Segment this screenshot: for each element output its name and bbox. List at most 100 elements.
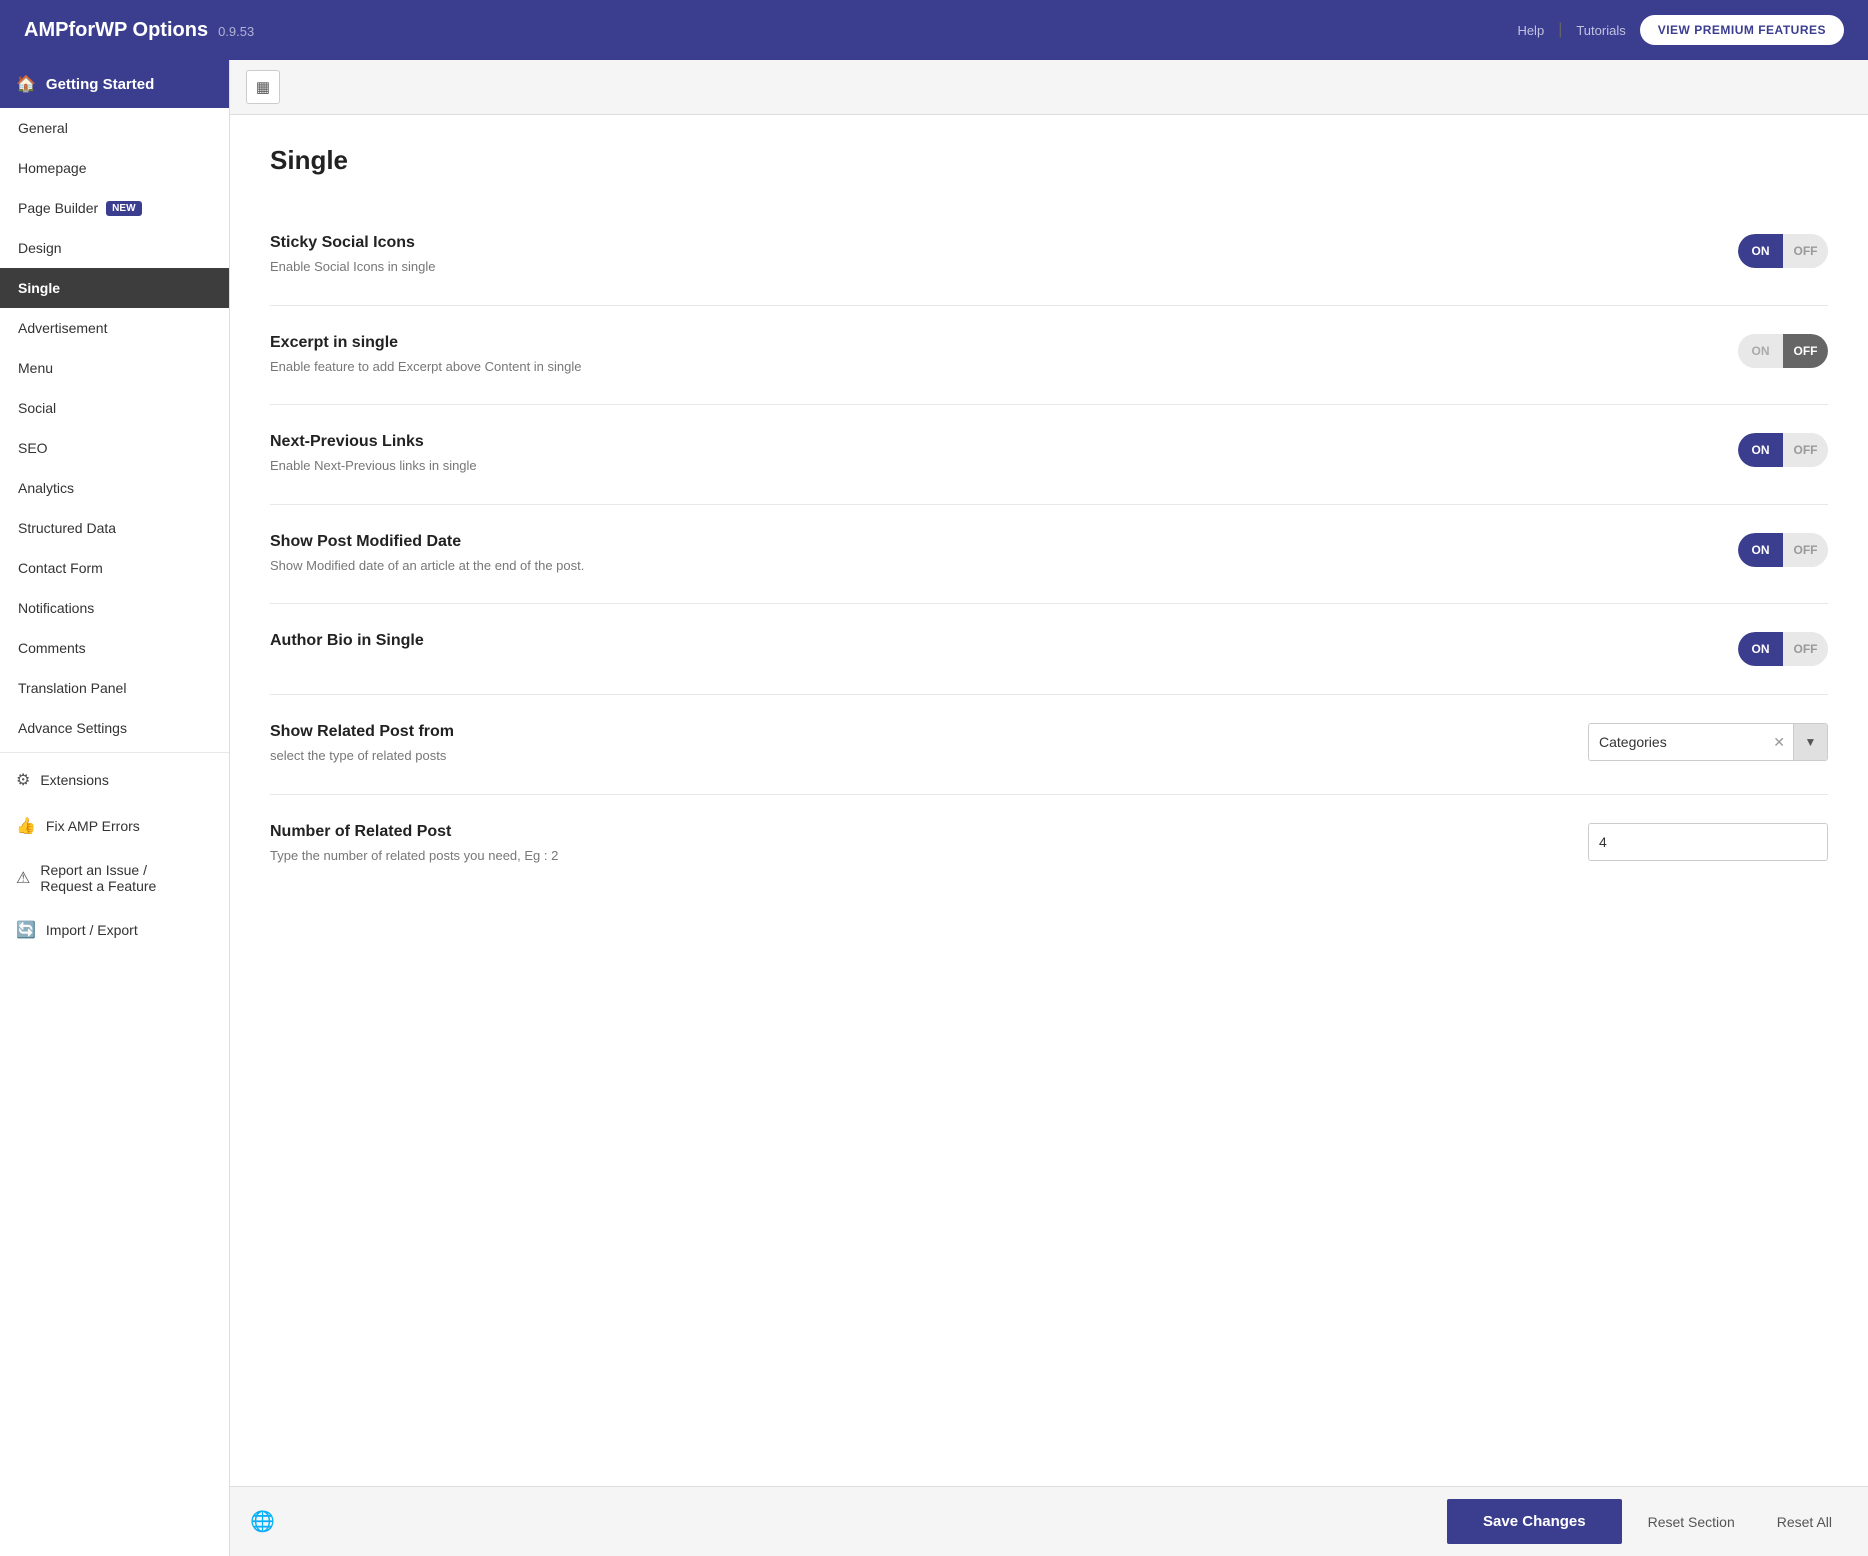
help-link[interactable]: Help (1517, 23, 1544, 38)
content-toolbar: ▦ (230, 60, 1868, 115)
select-value-categories: Categories (1589, 734, 1765, 750)
sidebar-item-extensions[interactable]: ⚙ Extensions (0, 757, 229, 803)
setting-control-next-prev: ON OFF (1738, 433, 1828, 467)
warning-icon: ⚠ (16, 868, 30, 888)
setting-info-post-modified-date: Show Post Modified Date Show Modified da… (270, 533, 730, 576)
setting-desc-number-related-post: Type the number of related posts you nee… (270, 846, 730, 866)
gear-icon: ⚙ (16, 770, 30, 790)
setting-info-number-related-post: Number of Related Post Type the number o… (270, 823, 730, 866)
setting-label-number-related-post: Number of Related Post (270, 823, 730, 841)
header-separator: | (1558, 21, 1562, 39)
tutorials-link[interactable]: Tutorials (1576, 23, 1625, 38)
toggle-off-label: OFF (1783, 234, 1828, 268)
toggle-on-label: ON (1738, 234, 1783, 268)
setting-info-author-bio: Author Bio in Single (270, 632, 730, 655)
sidebar-item-design[interactable]: Design (0, 228, 229, 268)
toggle-on-label-pmd: ON (1738, 533, 1783, 567)
select-arrow-btn[interactable]: ▼ (1793, 724, 1827, 760)
setting-label-sticky-social-icons: Sticky Social Icons (270, 234, 730, 252)
header-right: Help | Tutorials VIEW PREMIUM FEATURES (1517, 15, 1844, 45)
setting-control-post-modified-date: ON OFF (1738, 533, 1828, 567)
setting-row-number-related-post: Number of Related Post Type the number o… (270, 795, 1828, 894)
sidebar-item-single[interactable]: Single (0, 268, 229, 308)
page-title: Single (270, 145, 1828, 176)
main-layout: 🏠 Getting Started General Homepage Page … (0, 60, 1868, 1556)
reset-section-button[interactable]: Reset Section (1632, 1504, 1751, 1540)
select-related-post-from[interactable]: Categories ✕ ▼ (1588, 723, 1828, 761)
setting-desc-next-prev: Enable Next-Previous links in single (270, 456, 730, 476)
premium-button[interactable]: VIEW PREMIUM FEATURES (1640, 15, 1844, 45)
home-icon: 🏠 (16, 74, 36, 94)
sidebar-item-contact-form[interactable]: Contact Form (0, 548, 229, 588)
setting-control-number-related-post (1588, 823, 1828, 861)
sidebar-item-notifications[interactable]: Notifications (0, 588, 229, 628)
sidebar-item-social[interactable]: Social (0, 388, 229, 428)
app-title: AMPforWP Options (24, 19, 208, 42)
setting-label-post-modified-date: Show Post Modified Date (270, 533, 730, 551)
reset-all-button[interactable]: Reset All (1761, 1504, 1848, 1540)
setting-row-author-bio: Author Bio in Single ON OFF (270, 604, 1828, 695)
save-changes-button[interactable]: Save Changes (1447, 1499, 1622, 1544)
footer-left: 🌐 (250, 1509, 1437, 1534)
toggle-on-label-ab: ON (1738, 632, 1783, 666)
sidebar-item-comments[interactable]: Comments (0, 628, 229, 668)
top-header: AMPforWP Options 0.9.53 Help | Tutorials… (0, 0, 1868, 60)
sidebar-item-analytics[interactable]: Analytics (0, 468, 229, 508)
setting-row-excerpt: Excerpt in single Enable feature to add … (270, 306, 1828, 406)
setting-control-related-post-from: Categories ✕ ▼ (1588, 723, 1828, 761)
sidebar-item-advertisement[interactable]: Advertisement (0, 308, 229, 348)
toggle-off-label-ab: OFF (1783, 632, 1828, 666)
toggle-on-label-next-prev: ON (1738, 433, 1783, 467)
sidebar-item-translation-panel[interactable]: Translation Panel (0, 668, 229, 708)
toggle-next-prev[interactable]: ON OFF (1738, 433, 1828, 467)
setting-info-excerpt: Excerpt in single Enable feature to add … (270, 334, 730, 377)
toolbar-grid-icon-btn[interactable]: ▦ (246, 70, 280, 104)
new-badge: NEW (106, 201, 141, 216)
sidebar-item-page-builder[interactable]: Page Builder NEW (0, 188, 229, 228)
sidebar-item-advance-settings[interactable]: Advance Settings (0, 708, 229, 748)
select-clear-btn[interactable]: ✕ (1765, 734, 1793, 751)
content-footer: 🌐 Save Changes Reset Section Reset All (230, 1486, 1868, 1556)
grid-icon: ▦ (256, 78, 270, 96)
setting-control-sticky-social-icons: ON OFF (1738, 234, 1828, 268)
toggle-sticky-social-icons[interactable]: ON OFF (1738, 234, 1828, 268)
toggle-author-bio[interactable]: ON OFF (1738, 632, 1828, 666)
sidebar-item-menu[interactable]: Menu (0, 348, 229, 388)
refresh-icon: 🔄 (16, 920, 36, 940)
toggle-on-label-excerpt: ON (1738, 334, 1783, 368)
setting-row-post-modified-date: Show Post Modified Date Show Modified da… (270, 505, 1828, 605)
sidebar-item-seo[interactable]: SEO (0, 428, 229, 468)
toggle-excerpt[interactable]: ON OFF (1738, 334, 1828, 368)
setting-info-next-prev: Next-Previous Links Enable Next-Previous… (270, 433, 730, 476)
setting-info-related-post-from: Show Related Post from select the type o… (270, 723, 730, 766)
setting-desc-post-modified-date: Show Modified date of an article at the … (270, 556, 730, 576)
header-left: AMPforWP Options 0.9.53 (24, 19, 254, 42)
setting-label-author-bio: Author Bio in Single (270, 632, 730, 650)
sidebar-item-homepage[interactable]: Homepage (0, 148, 229, 188)
setting-desc-excerpt: Enable feature to add Excerpt above Cont… (270, 357, 730, 377)
sidebar-item-structured-data[interactable]: Structured Data (0, 508, 229, 548)
toggle-off-label-next-prev: OFF (1783, 433, 1828, 467)
thumbsup-icon: 👍 (16, 816, 36, 836)
number-related-post-input[interactable] (1588, 823, 1828, 861)
content-scroll: Single Sticky Social Icons Enable Social… (230, 115, 1868, 1486)
setting-info-sticky-social-icons: Sticky Social Icons Enable Social Icons … (270, 234, 730, 277)
sidebar-divider (0, 752, 229, 753)
toggle-off-label-pmd: OFF (1783, 533, 1828, 567)
sidebar-item-import-export[interactable]: 🔄 Import / Export (0, 907, 229, 953)
sidebar-item-getting-started[interactable]: 🏠 Getting Started (0, 60, 229, 108)
getting-started-label: Getting Started (46, 76, 154, 93)
setting-label-excerpt: Excerpt in single (270, 334, 730, 352)
setting-control-author-bio: ON OFF (1738, 632, 1828, 666)
setting-desc-related-post-from: select the type of related posts (270, 746, 730, 766)
sidebar-item-general[interactable]: General (0, 108, 229, 148)
setting-label-next-prev: Next-Previous Links (270, 433, 730, 451)
sidebar: 🏠 Getting Started General Homepage Page … (0, 60, 230, 1556)
sidebar-item-fix-amp-errors[interactable]: 👍 Fix AMP Errors (0, 803, 229, 849)
toggle-post-modified-date[interactable]: ON OFF (1738, 533, 1828, 567)
globe-icon[interactable]: 🌐 (250, 1509, 275, 1534)
app-version: 0.9.53 (218, 24, 254, 39)
setting-label-related-post-from: Show Related Post from (270, 723, 730, 741)
sidebar-item-report-issue[interactable]: ⚠ Report an Issue /Request a Feature (0, 849, 229, 907)
setting-row-next-prev: Next-Previous Links Enable Next-Previous… (270, 405, 1828, 505)
